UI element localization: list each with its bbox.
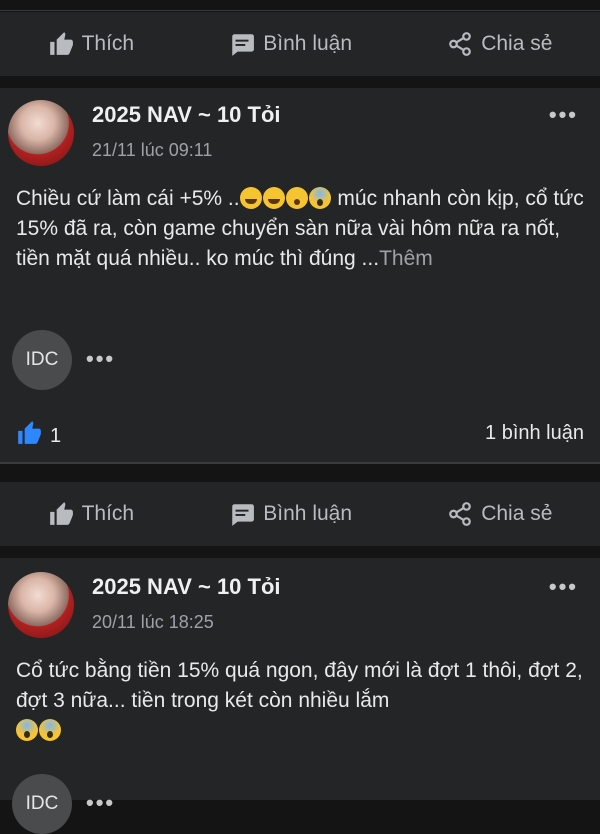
post-separator <box>0 546 600 558</box>
share-button[interactable]: Chia sẻ <box>447 501 552 527</box>
avatar[interactable] <box>8 572 74 638</box>
comment-button[interactable]: Bình luận <box>229 31 352 57</box>
scream-emoji <box>308 187 331 209</box>
post-content: Cổ tức bằng tiền 15% quá ngon, đây mới l… <box>16 656 586 746</box>
commenter-avatar[interactable]: IDC <box>12 774 72 834</box>
thumbs-up-icon <box>48 501 74 527</box>
post-author[interactable]: 2025 NAV ~ 10 Tỏi <box>92 102 281 128</box>
top-divider <box>0 10 600 11</box>
share-label: Chia sẻ <box>481 502 553 525</box>
comment-count-link[interactable]: 1 bình luận <box>485 422 584 445</box>
scream-emoji <box>39 719 61 741</box>
like-button[interactable]: Thích <box>48 31 135 57</box>
post-text-start: Chiều cứ làm cái +5% .. <box>16 187 240 210</box>
comment-icon <box>229 501 255 527</box>
post-time[interactable]: 21/11 lúc 09:11 <box>92 140 212 161</box>
more-options-icon[interactable]: ••• <box>86 346 115 372</box>
action-bar-previous-post: Thích Bình luận Chia sẻ <box>0 12 600 76</box>
rofl-emoji <box>239 187 262 209</box>
comment-icon <box>229 31 255 57</box>
comment-button[interactable]: Bình luận <box>229 501 352 527</box>
scream-emoji <box>16 719 38 741</box>
see-more-link[interactable]: Thêm <box>379 247 433 270</box>
share-icon <box>447 31 473 57</box>
action-bar-post: Thích Bình luận Chia sẻ <box>0 482 600 546</box>
post-card: 2025 NAV ~ 10 Tỏi 20/11 lúc 18:25 ••• Cổ… <box>0 558 600 834</box>
comment-label: Bình luận <box>263 502 353 525</box>
post-time[interactable]: 20/11 lúc 18:25 <box>92 612 214 633</box>
share-label: Chia sẻ <box>481 32 553 55</box>
post-author[interactable]: 2025 NAV ~ 10 Tỏi <box>92 574 281 600</box>
like-count: 1 <box>50 424 62 447</box>
more-options-icon[interactable]: ••• <box>86 790 115 816</box>
thumbs-up-icon <box>48 31 74 57</box>
like-button[interactable]: Thích <box>48 501 135 527</box>
post-card: 2025 NAV ~ 10 Tỏi 21/11 lúc 09:11 ••• Ch… <box>0 88 600 462</box>
avatar[interactable] <box>8 100 74 166</box>
rofl-emoji <box>262 187 285 209</box>
thumbs-up-icon <box>16 420 42 452</box>
comment-label: Bình luận <box>263 32 353 55</box>
like-label: Thích <box>81 32 135 55</box>
surprised-emoji <box>285 187 308 209</box>
post-text: Cổ tức bằng tiền 15% quá ngon, đây mới l… <box>16 659 583 712</box>
like-label: Thích <box>81 502 135 525</box>
post-separator <box>0 76 600 88</box>
divider <box>0 462 600 464</box>
more-options-icon[interactable]: ••• <box>549 574 578 600</box>
reactions-summary[interactable]: 1 <box>16 420 61 452</box>
share-button[interactable]: Chia sẻ <box>447 31 552 57</box>
commenter-avatar[interactable]: IDC <box>12 330 72 390</box>
post-content: Chiều cứ làm cái +5% .. múc nhanh còn kị… <box>16 184 586 274</box>
more-options-icon[interactable]: ••• <box>549 102 578 128</box>
share-icon <box>447 501 473 527</box>
